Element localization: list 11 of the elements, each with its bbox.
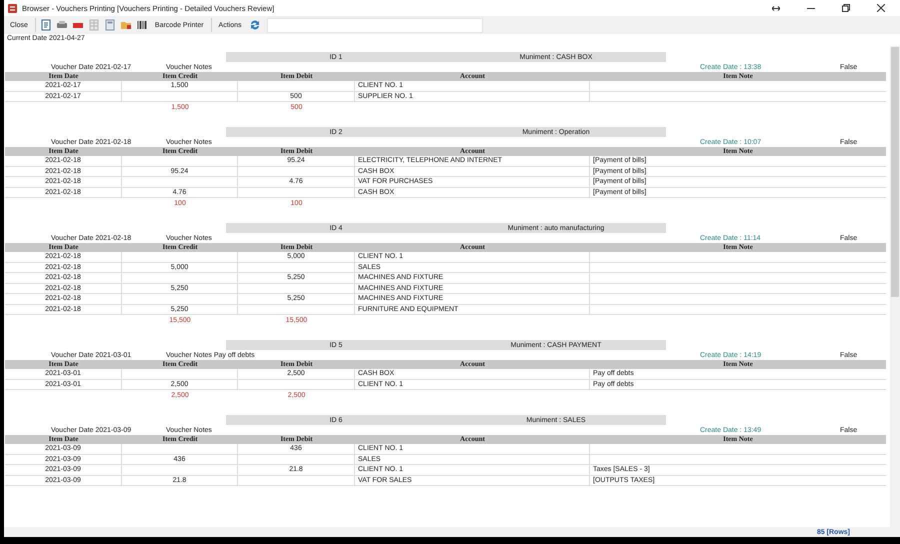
printer-icon[interactable] [56,19,68,31]
close-icon[interactable] [877,4,885,12]
toolbar-field[interactable] [266,18,483,32]
refresh-icon[interactable] [248,19,261,31]
scrollbar[interactable] [890,46,900,527]
resize-icon[interactable] [772,6,780,10]
maximize-icon[interactable] [842,4,850,12]
document-icon[interactable] [40,19,52,31]
barcode-icon[interactable] [136,19,148,31]
calculator-icon[interactable] [104,19,116,31]
app-icon [8,4,17,12]
